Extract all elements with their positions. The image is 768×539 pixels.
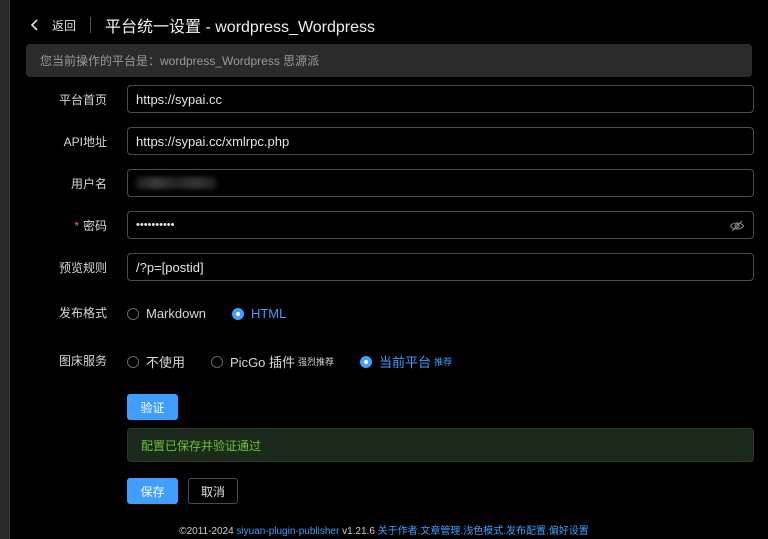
footer: ©2011-2024 siyuan-plugin-publisher v1.21… [0,522,768,537]
success-alert: 配置已保存并验证通过 [127,428,754,462]
api-label: API地址 [63,134,107,149]
api-row: API地址 https://sypai.cc/xmlrpc.php [0,127,768,155]
image-service-row: 图床服务 不使用 PicGo 插件 强烈推荐 当前平台 推荐 [0,350,768,371]
radio-circle [211,355,224,368]
preview-input[interactable]: /?p=[postid] [127,253,754,281]
footer-version: v1.21.6 [339,526,378,537]
image-option-label: 不使用 [146,355,186,370]
password-input[interactable]: •••••••••• [127,211,754,239]
eye-slash-icon[interactable] [729,218,745,234]
format-option-label: Markdown [146,306,206,321]
chevron-left-icon[interactable] [26,16,44,34]
api-value: https://sypai.cc/xmlrpc.php [136,133,290,149]
username-label: 用户名 [70,176,107,191]
password-label-wrap: * 密码 [0,217,117,234]
homepage-label: 平台首页 [58,92,107,107]
recommend-tag: 推荐 [434,357,453,367]
password-label: 密码 [82,218,107,233]
image-radio-group: 不使用 PicGo 插件 强烈推荐 当前平台 推荐 [127,352,478,371]
cancel-button[interactable]: 取消 [188,478,238,504]
api-input[interactable]: https://sypai.cc/xmlrpc.php [127,127,754,155]
header-divider [90,17,92,33]
password-row: * 密码 •••••••••• [0,211,768,239]
image-option-label: PicGo 插件 [230,355,296,370]
format-label: 发布格式 [58,305,107,320]
format-option-html[interactable]: HTML [231,306,287,321]
save-button[interactable]: 保存 [127,478,178,504]
preview-label: 预览规则 [58,260,107,275]
page-title: 平台统一设置 - wordpress_Wordpress [105,19,376,36]
radio-circle [127,355,139,368]
image-option-label: 当前平台 [379,355,432,370]
homepage-value: https://sypai.cc [136,91,222,107]
username-row: 用户名 [0,169,768,197]
password-value: •••••••••• [136,219,175,231]
username-input[interactable] [127,169,754,197]
platform-notice: 您当前操作的平台是：wordpress_Wordpress 思源派 [26,44,752,77]
success-message: 配置已保存并验证通过 [141,438,262,453]
preview-value: /?p=[postid] [136,259,204,275]
image-option-picgo[interactable]: PicGo 插件 强烈推荐 [211,352,334,371]
verify-button[interactable]: 验证 [127,394,178,420]
homepage-row: 平台首页 https://sypai.cc [0,85,768,113]
required-mark: * [74,218,79,233]
footer-copyright: ©2011-2024 [179,526,237,537]
homepage-input[interactable]: https://sypai.cc [127,85,754,113]
plugin-link[interactable]: siyuan-plugin-publisher [236,526,339,537]
radio-circle [231,307,244,320]
image-service-label: 图床服务 [58,353,107,368]
footer-links[interactable]: 关于作者.文章管理.浅色模式.发布配置.偏好设置 [378,526,589,537]
radio-circle [360,355,373,368]
image-option-current[interactable]: 当前平台 推荐 [360,352,452,371]
top-bar: 返回 平台统一设置 - wordpress_Wordpress [26,6,375,44]
image-option-none[interactable]: 不使用 [127,352,185,371]
format-option-markdown[interactable]: Markdown [127,306,206,321]
format-option-label: HTML [250,306,287,321]
username-redacted [136,177,216,189]
back-button[interactable]: 返回 [52,17,76,34]
format-row: 发布格式 Markdown HTML [0,302,768,322]
radio-circle [127,307,139,320]
recommend-tag: 强烈推荐 [298,357,335,367]
format-radio-group: Markdown HTML [127,306,312,321]
preview-row: 预览规则 /?p=[postid] [0,253,768,281]
